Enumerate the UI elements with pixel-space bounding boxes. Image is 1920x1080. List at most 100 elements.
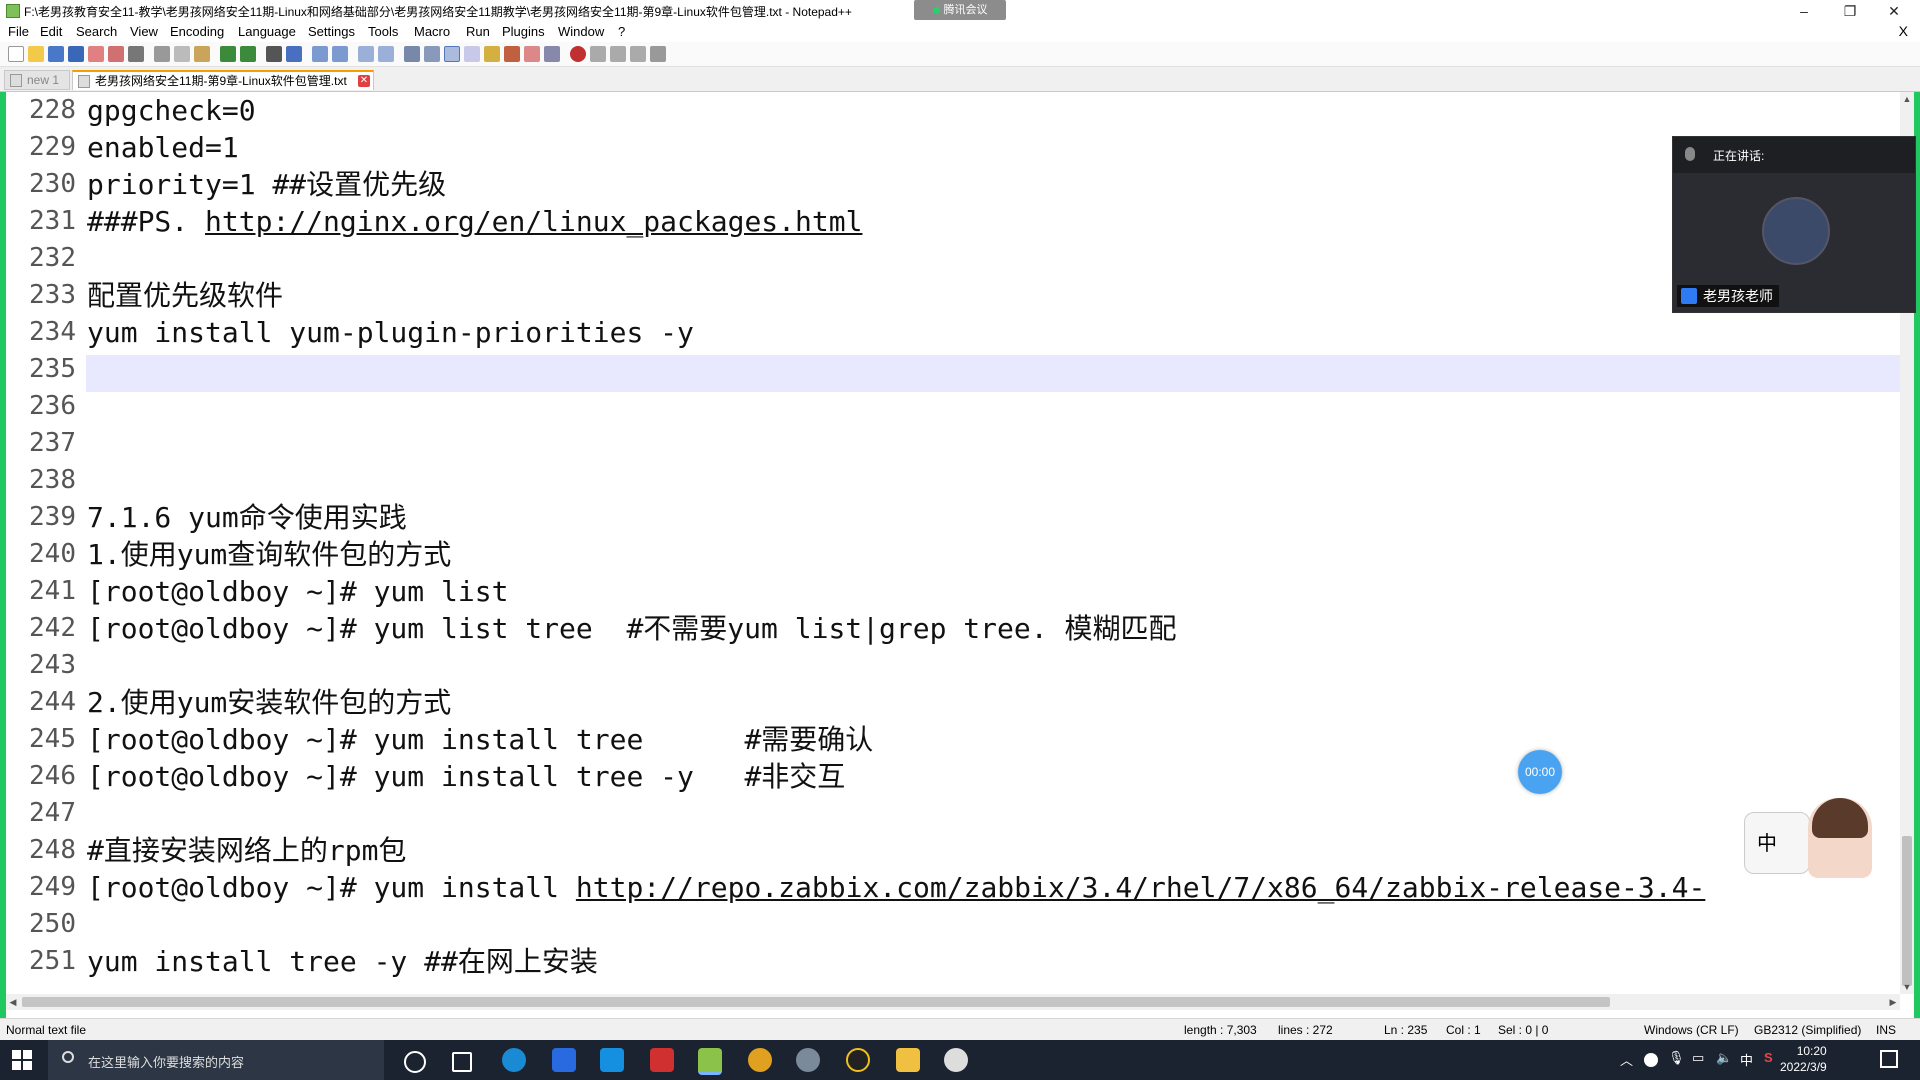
scroll-down-icon[interactable]: ▼ xyxy=(1900,980,1914,994)
save-all-icon[interactable] xyxy=(68,46,84,62)
doc-switcher-icon[interactable] xyxy=(524,46,540,62)
copy-icon[interactable] xyxy=(174,46,190,62)
cut-icon[interactable] xyxy=(154,46,170,62)
eol-format-label[interactable]: Windows (CR LF) xyxy=(1644,1023,1739,1037)
app-red-icon[interactable] xyxy=(650,1048,674,1072)
menu-view[interactable]: View xyxy=(130,24,158,39)
menu-language[interactable]: Language xyxy=(238,24,296,39)
line-number: 228 xyxy=(29,95,76,125)
notification-center-icon[interactable] xyxy=(1880,1050,1898,1068)
show-all-chars-icon[interactable] xyxy=(424,46,440,62)
menu-help[interactable]: ? xyxy=(618,24,625,39)
menu-file[interactable]: File xyxy=(8,24,29,39)
tray-expand-icon[interactable]: ︿ xyxy=(1620,1050,1633,1069)
menu-window[interactable]: Window xyxy=(558,24,604,39)
menu-encoding[interactable]: Encoding xyxy=(170,24,224,39)
encoding-label[interactable]: GB2312 (Simplified) xyxy=(1754,1023,1861,1037)
file-explorer-icon[interactable] xyxy=(896,1048,920,1072)
horizontal-scroll-thumb[interactable] xyxy=(22,997,1610,1007)
cortana-icon[interactable] xyxy=(404,1051,426,1073)
menu-search[interactable]: Search xyxy=(76,24,117,39)
taskbar-search-box[interactable]: 在这里输入你要搜索的内容 xyxy=(48,1040,384,1080)
save-macro-icon[interactable] xyxy=(650,46,666,62)
vertical-scroll-thumb[interactable] xyxy=(1902,836,1912,986)
column-position-label: Col : 1 xyxy=(1446,1023,1481,1037)
new-file-icon[interactable] xyxy=(8,46,24,62)
taskbar-clock[interactable]: 10:20 2022/3/9 xyxy=(1780,1043,1827,1075)
meeting-badge-label: 腾讯会议 xyxy=(943,4,988,16)
scroll-right-icon[interactable]: ▶ xyxy=(1886,994,1900,1010)
line-text: 7.1.6 yum命令使用实践 xyxy=(87,501,407,534)
close-document-button[interactable]: X xyxy=(1899,23,1908,39)
paste-icon[interactable] xyxy=(194,46,210,62)
meeting-speaker-panel[interactable]: 正在讲话: 老男孩老师 xyxy=(1672,136,1916,313)
clock-app-icon[interactable] xyxy=(944,1048,968,1072)
replace-icon[interactable] xyxy=(286,46,302,62)
qq-icon[interactable] xyxy=(846,1048,870,1072)
doc-map-icon[interactable] xyxy=(464,46,480,62)
undo-icon[interactable] xyxy=(220,46,236,62)
function-list-icon[interactable] xyxy=(484,46,500,62)
xshell-icon[interactable] xyxy=(796,1048,820,1072)
volume-icon[interactable]: 🔈 xyxy=(1716,1050,1732,1066)
scroll-left-icon[interactable]: ◀ xyxy=(6,994,20,1010)
stop-macro-icon[interactable] xyxy=(590,46,606,62)
run-macro-multiple-icon[interactable] xyxy=(630,46,646,62)
ime-indicator[interactable]: 中 xyxy=(1740,1050,1753,1069)
meeting-badge[interactable]: 腾讯会议 xyxy=(914,0,1006,20)
tab-current-file[interactable]: 老男孩网络安全11期-第9章-Linux软件包管理.txt ✕ xyxy=(72,70,374,90)
menu-settings[interactable]: Settings xyxy=(308,24,355,39)
editor-line: 238 xyxy=(6,462,1900,499)
maximize-button[interactable]: ❐ xyxy=(1830,0,1870,22)
ime-toolbar[interactable]: 中 xyxy=(1744,812,1810,874)
chrome-icon[interactable] xyxy=(748,1048,772,1072)
monitor-icon[interactable] xyxy=(544,46,560,62)
recording-timer[interactable]: 00:00 xyxy=(1518,750,1562,794)
print-icon[interactable] xyxy=(128,46,144,62)
indent-guide-icon[interactable] xyxy=(444,46,460,62)
editor-line: 232 xyxy=(6,240,1900,277)
photo-app-icon[interactable] xyxy=(552,1048,576,1072)
folder-workspace-icon[interactable] xyxy=(504,46,520,62)
close-button[interactable]: ✕ xyxy=(1874,0,1914,22)
zoom-out-icon[interactable] xyxy=(332,46,348,62)
minimize-button[interactable]: – xyxy=(1784,0,1824,22)
tab-bar: new 1 老男孩网络安全11期-第9章-Linux软件包管理.txt ✕ xyxy=(0,67,1920,92)
scroll-up-icon[interactable]: ▲ xyxy=(1900,92,1914,106)
close-all-icon[interactable] xyxy=(108,46,124,62)
sogou-ime-icon[interactable]: S xyxy=(1764,1050,1773,1065)
notepadpp-taskbar-icon[interactable] xyxy=(698,1048,722,1075)
word-wrap-icon[interactable] xyxy=(404,46,420,62)
redo-icon[interactable] xyxy=(240,46,256,62)
find-icon[interactable] xyxy=(266,46,282,62)
editor-line: 246 [root@oldboy ~]# yum install tree -y … xyxy=(6,758,1900,795)
menu-macro[interactable]: Macro xyxy=(414,24,450,39)
tab-new-1[interactable]: new 1 xyxy=(4,70,70,90)
url-link[interactable]: http://repo.zabbix.com/zabbix/3.4/rhel/7… xyxy=(576,871,1705,904)
url-link[interactable]: http://nginx.org/en/linux_packages.html xyxy=(205,205,862,238)
menu-tools[interactable]: Tools xyxy=(368,24,398,39)
save-icon[interactable] xyxy=(48,46,64,62)
menu-plugins[interactable]: Plugins xyxy=(502,24,545,39)
zoom-in-icon[interactable] xyxy=(312,46,328,62)
horizontal-scrollbar[interactable]: ◀ ▶ xyxy=(6,994,1900,1010)
network-icon[interactable]: ▭ xyxy=(1692,1050,1704,1066)
edge-browser-icon[interactable] xyxy=(502,1048,526,1072)
close-file-icon[interactable] xyxy=(88,46,104,62)
sync-vertical-icon[interactable] xyxy=(358,46,374,62)
sync-horizontal-icon[interactable] xyxy=(378,46,394,62)
remote-desktop-icon[interactable] xyxy=(600,1048,624,1072)
tab-close-icon[interactable]: ✕ xyxy=(358,75,370,87)
menu-run[interactable]: Run xyxy=(466,24,490,39)
tray-mic-icon[interactable]: 🎙 xyxy=(1668,1050,1685,1066)
play-macro-icon[interactable] xyxy=(610,46,626,62)
tray-app-icon[interactable] xyxy=(1644,1053,1658,1067)
task-view-icon[interactable] xyxy=(452,1052,472,1072)
windows-start-icon[interactable] xyxy=(12,1050,32,1070)
line-number: 235 xyxy=(29,354,76,384)
menu-edit[interactable]: Edit xyxy=(40,24,62,39)
open-file-icon[interactable] xyxy=(28,46,44,62)
record-macro-icon[interactable] xyxy=(570,46,586,62)
line-prefix: [root@oldboy ~]# yum install xyxy=(87,871,576,904)
editor-area[interactable]: 228 gpgcheck=0 229 enabled=1 230 priority=1… xyxy=(6,92,1900,992)
